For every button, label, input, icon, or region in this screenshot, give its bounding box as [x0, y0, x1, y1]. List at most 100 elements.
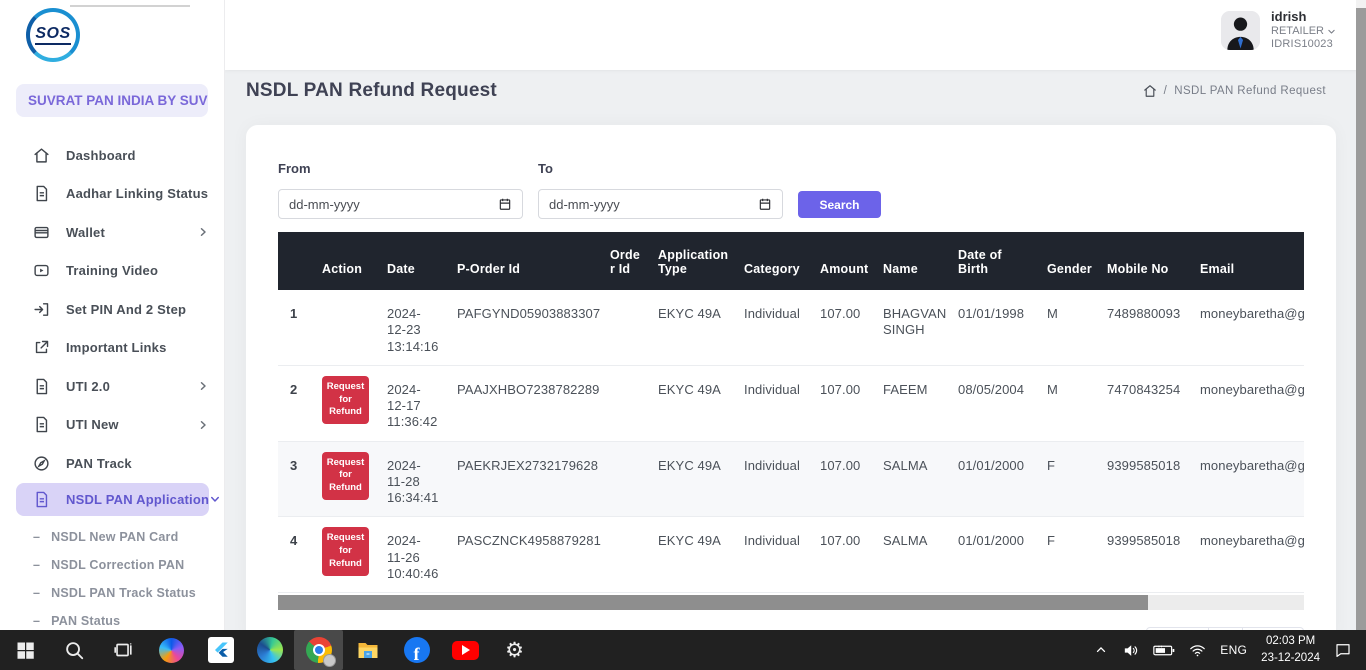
flutter-app-button[interactable]	[196, 630, 245, 670]
taskbar-clock[interactable]: 02:03 PM 23-12-2024	[1261, 633, 1320, 666]
user-role[interactable]: RETAILER	[1271, 25, 1336, 38]
cell-email: moneybaretha@gm	[1190, 517, 1304, 593]
sidebar-item-wallet[interactable]: Wallet	[0, 213, 225, 252]
cell-order_id	[600, 365, 648, 441]
col-action: Action	[312, 232, 377, 290]
home-icon[interactable]	[1143, 84, 1157, 98]
edge-button[interactable]	[245, 630, 294, 670]
cell-category: Individual	[734, 290, 810, 365]
cell-order_id	[600, 290, 648, 365]
horizontal-scrollbar-thumb[interactable]	[278, 595, 1148, 610]
to-date-input[interactable]: dd-mm-yyyy	[538, 189, 783, 219]
sidebar-item-nsdl-pan-application[interactable]: NSDL PAN Application	[16, 483, 209, 516]
cell-p_order_id: PAAJXHBO7238782289	[447, 365, 600, 441]
language-indicator[interactable]: ENG	[1220, 643, 1247, 657]
chrome-profile-badge	[323, 654, 336, 667]
clock-date: 23-12-2024	[1261, 650, 1320, 667]
dash-icon: –	[33, 614, 40, 628]
horizontal-scrollbar	[278, 595, 1304, 610]
submenu-item-pan-status[interactable]: – PAN Status	[0, 607, 225, 631]
tray-chevron-up-icon[interactable]	[1094, 643, 1108, 657]
flutter-icon	[208, 637, 234, 663]
to-label: To	[538, 161, 783, 176]
facebook-button[interactable]: f	[392, 630, 441, 670]
submenu-item-nsdl-new-pan-card[interactable]: – NSDL New PAN Card	[0, 523, 225, 551]
sidebar-item-important-links[interactable]: Important Links	[0, 329, 225, 368]
cell-email: moneybaretha@gm	[1190, 290, 1304, 365]
sidebar-item-uti-new[interactable]: UTI New	[0, 406, 225, 445]
document-icon	[33, 378, 50, 395]
col-gender: Gender	[1037, 232, 1097, 290]
page-title: NSDL PAN Refund Request	[246, 80, 497, 102]
sidebar-item-pan-track[interactable]: PAN Track	[0, 444, 225, 483]
col-date-of-birth: Date of Birth	[948, 232, 1037, 290]
taskbar-search-button[interactable]	[49, 630, 98, 670]
submenu-item-nsdl-correction-pan[interactable]: – NSDL Correction PAN	[0, 551, 225, 579]
calendar-icon[interactable]	[498, 197, 512, 211]
file-explorer-button[interactable]	[343, 630, 392, 670]
wifi-icon[interactable]	[1189, 642, 1206, 659]
page-heading-row: NSDL PAN Refund Request / NSDL PAN Refun…	[225, 70, 1356, 112]
notification-center-icon[interactable]	[1334, 641, 1352, 659]
task-view-button[interactable]	[98, 630, 147, 670]
sidebar-item-set-pin[interactable]: Set PIN And 2 Step	[0, 290, 225, 329]
cell-mobile: 7489880093	[1097, 290, 1190, 365]
volume-icon[interactable]	[1122, 642, 1139, 659]
cell-name: BHAGVAN SINGH	[873, 290, 948, 365]
cell-application_type: EKYC 49A	[648, 441, 734, 517]
sidebar-item-label: UTI 2.0	[66, 379, 197, 394]
cell-date: 2024-12-17 11:36:42	[377, 365, 447, 441]
sidebar-item-uti-20[interactable]: UTI 2.0	[0, 367, 225, 406]
user-info: idrish RETAILER IDRIS10023	[1271, 9, 1336, 52]
copilot-button[interactable]	[147, 630, 196, 670]
cell-amount: 107.00	[810, 290, 873, 365]
chevron-right-icon	[197, 226, 209, 238]
youtube-button[interactable]	[441, 630, 490, 670]
calendar-icon[interactable]	[758, 197, 772, 211]
sidebar-item-label: Dashboard	[66, 148, 209, 163]
search-button[interactable]: Search	[798, 191, 881, 218]
dash-icon: –	[33, 558, 40, 572]
cell-order_id	[600, 441, 648, 517]
request-refund-button[interactable]: Request for Refund	[322, 452, 369, 500]
from-date-group: From dd-mm-yyyy	[278, 161, 523, 219]
col-amount: Amount	[810, 232, 873, 290]
copilot-icon	[159, 638, 184, 663]
cell-dob: 01/01/1998	[948, 290, 1037, 365]
cell-name: SALMA	[873, 441, 948, 517]
request-refund-button[interactable]: Request for Refund	[322, 527, 369, 575]
sidebar-item-label: PAN Track	[66, 456, 209, 471]
cell-amount: 107.00	[810, 441, 873, 517]
table-row: 12024-12-23 13:14:16PAFGYND05903883307EK…	[278, 290, 1304, 365]
cell-gender: F	[1037, 441, 1097, 517]
col-p-order-id: P-Order Id	[447, 232, 600, 290]
battery-icon[interactable]	[1153, 644, 1175, 657]
user-menu[interactable]: idrish RETAILER IDRIS10023	[1221, 9, 1336, 52]
sidebar-item-aadhar-linking-status[interactable]: Aadhar Linking Status	[0, 175, 225, 214]
cell-amount: 107.00	[810, 517, 873, 593]
col-sr	[278, 232, 312, 290]
chrome-button-active[interactable]	[294, 630, 343, 670]
request-refund-button[interactable]: Request for Refund	[322, 376, 369, 424]
desktop: SOS SUVRAT PAN INDIA BY SUVR Dashboard A…	[0, 0, 1366, 670]
col-category: Category	[734, 232, 810, 290]
sidebar: SOS SUVRAT PAN INDIA BY SUVR Dashboard A…	[0, 0, 225, 630]
chevron-right-icon	[197, 380, 209, 392]
cell-application_type: EKYC 49A	[648, 290, 734, 365]
sidebar-item-label: Wallet	[66, 225, 197, 240]
app-logo[interactable]: SOS	[26, 8, 82, 64]
settings-button[interactable]: ⚙	[490, 630, 539, 670]
sidebar-item-dashboard[interactable]: Dashboard	[0, 136, 225, 175]
chevron-right-icon	[197, 419, 209, 431]
sidebar-item-training-video[interactable]: Training Video	[0, 252, 225, 291]
submenu-item-nsdl-pan-track-status[interactable]: – NSDL PAN Track Status	[0, 579, 225, 607]
vertical-scrollbar-thumb[interactable]	[1356, 8, 1366, 630]
sidebar-nav: Dashboard Aadhar Linking Status Wallet T…	[0, 136, 225, 630]
gear-icon: ⚙	[505, 640, 524, 661]
compass-icon	[33, 455, 50, 472]
system-tray: ENG 02:03 PM 23-12-2024	[1094, 630, 1366, 670]
start-button[interactable]	[0, 630, 49, 670]
cell-amount: 107.00	[810, 365, 873, 441]
cell-gender: F	[1037, 517, 1097, 593]
from-date-input[interactable]: dd-mm-yyyy	[278, 189, 523, 219]
